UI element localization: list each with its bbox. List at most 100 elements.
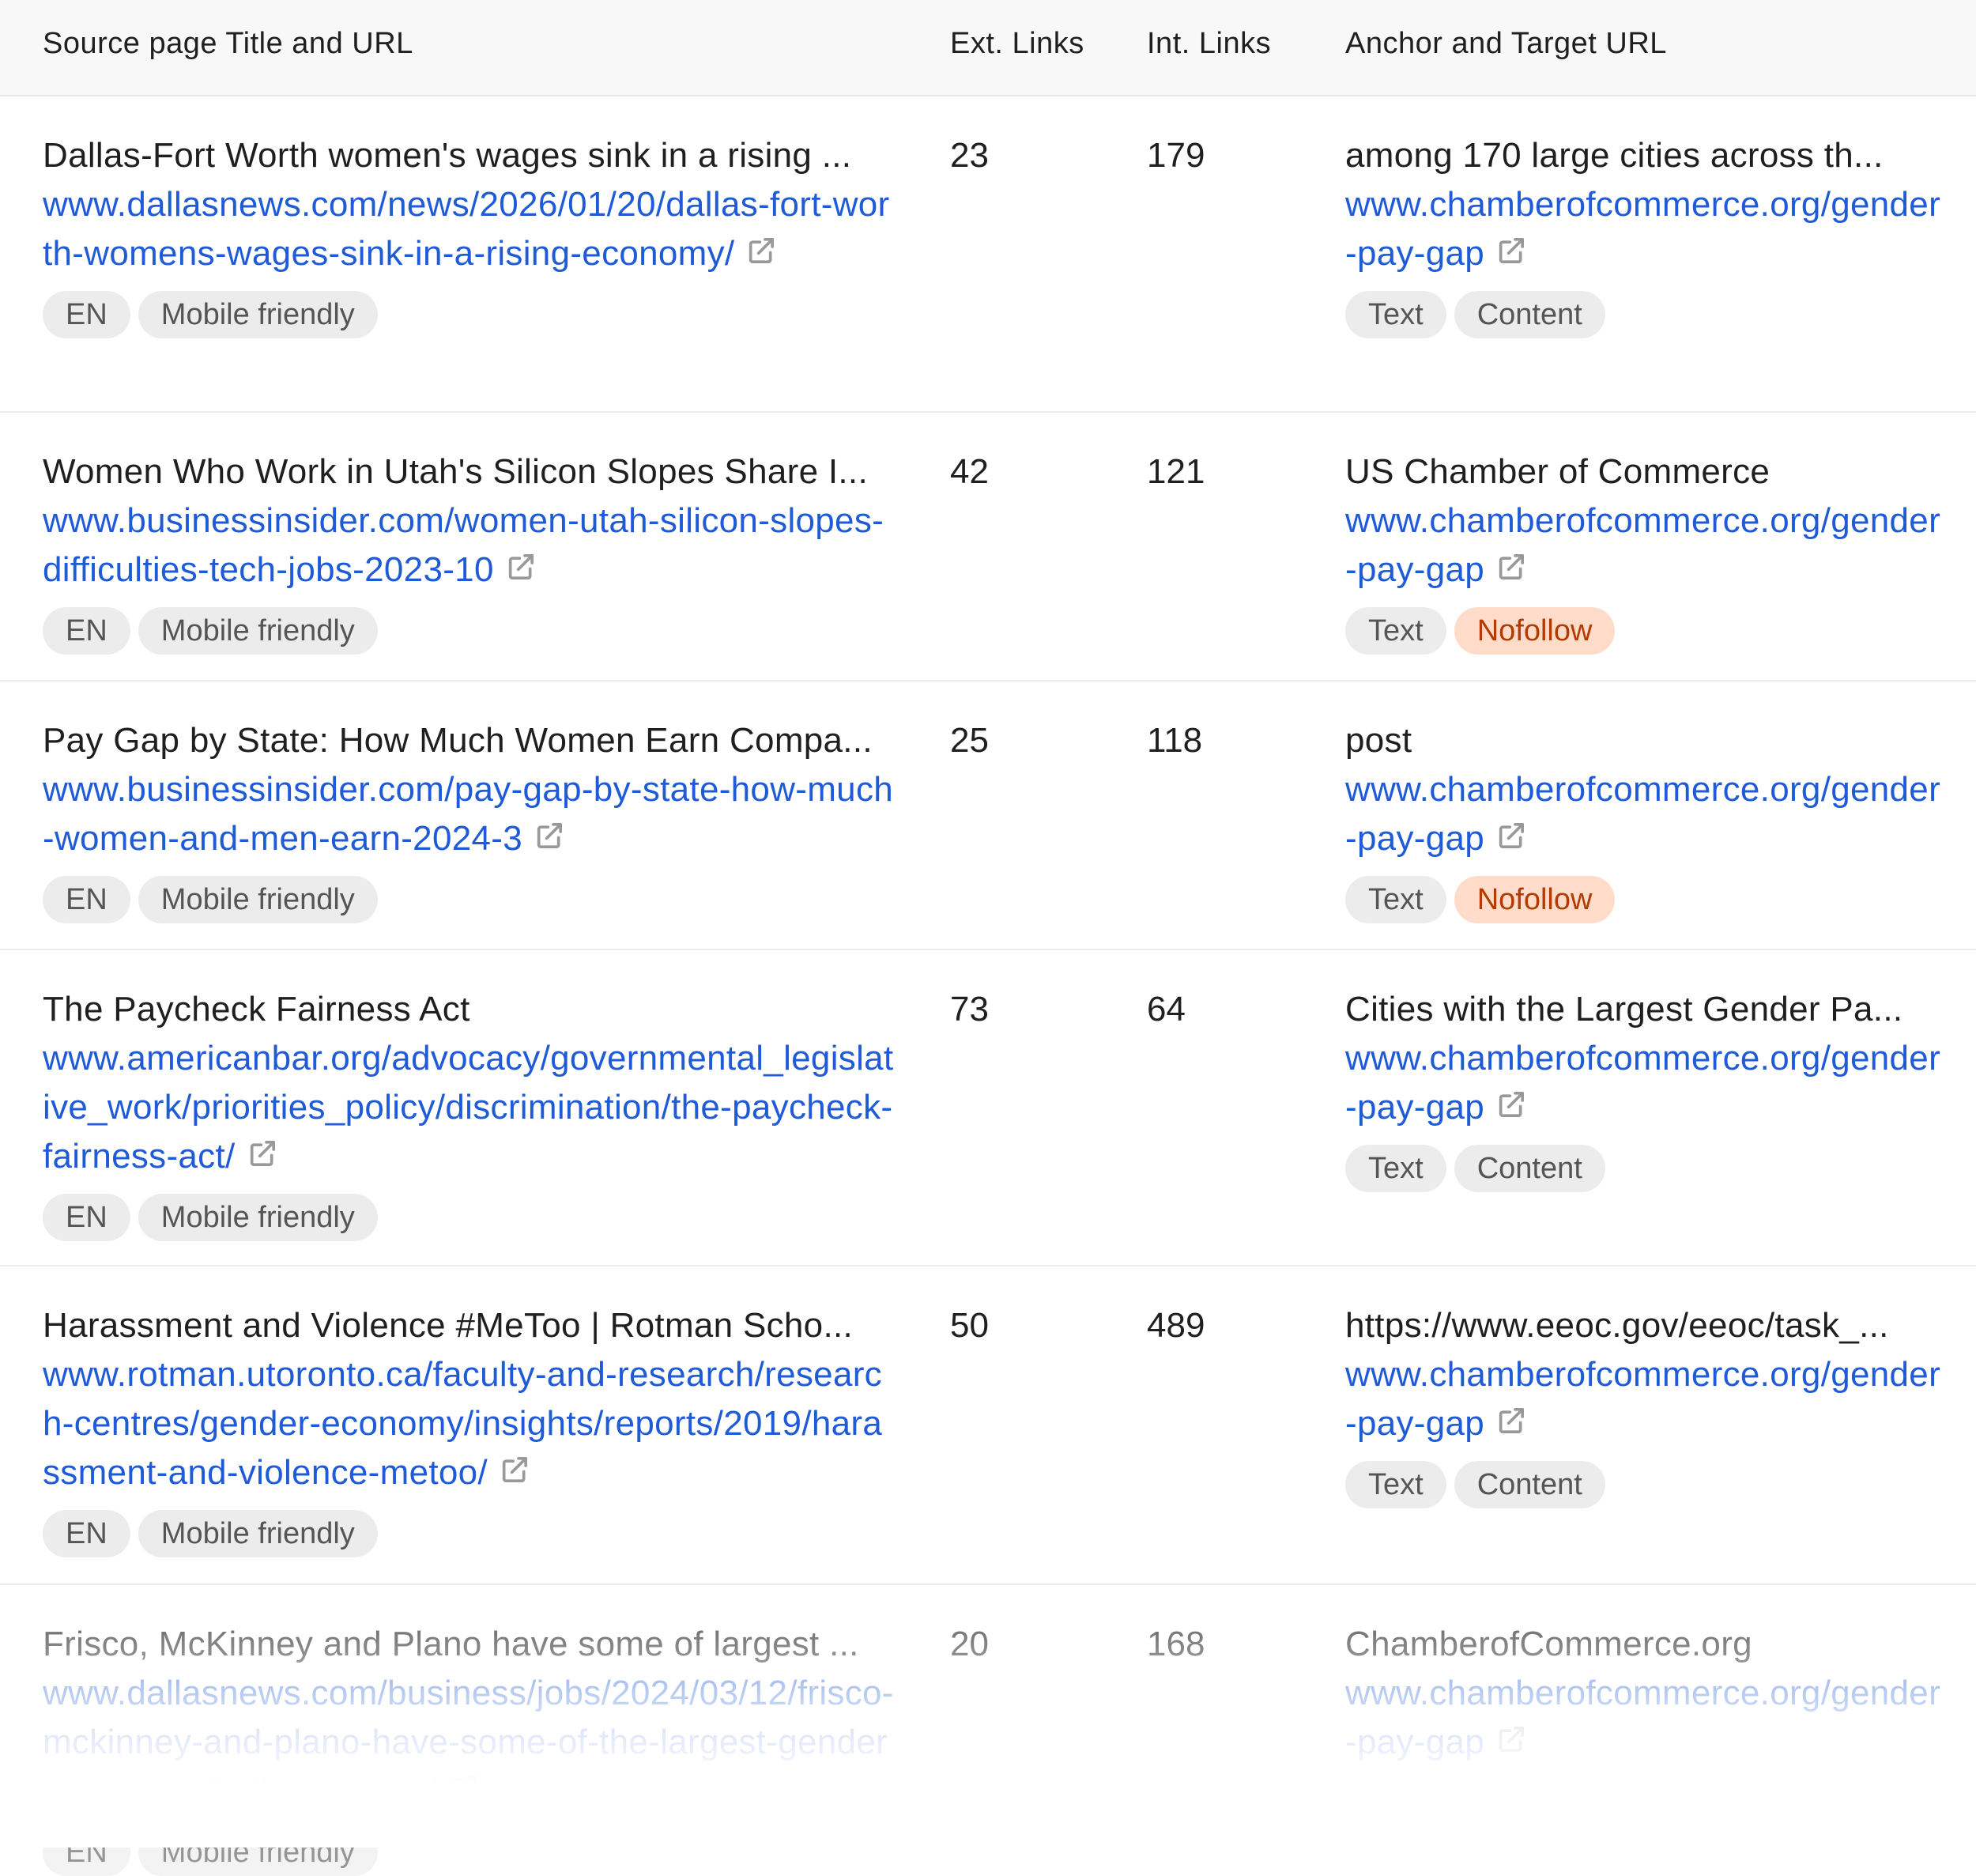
content-badge: Content	[1454, 1780, 1605, 1827]
language-badge: EN	[43, 291, 130, 338]
target-url-link[interactable]: www.chamberofcommerce.org/gender-pay-gap	[1345, 1034, 1946, 1132]
source-tags: EN Mobile friendly	[43, 291, 896, 338]
int-links-count: 121	[1147, 452, 1205, 491]
language-badge: EN	[43, 607, 130, 655]
source-title: Dallas-Fort Worth women's wages sink in …	[43, 136, 852, 175]
external-link-icon[interactable]	[1494, 547, 1529, 579]
external-link-icon[interactable]	[744, 231, 779, 263]
mobile-friendly-badge: Mobile friendly	[138, 1510, 378, 1557]
target-url-link[interactable]: www.chamberofcommerce.org/gender-pay-gap	[1345, 1350, 1946, 1448]
anchor-text: https://www.eeoc.gov/eeoc/task_...	[1345, 1306, 1889, 1345]
external-link-icon[interactable]	[1494, 1719, 1529, 1752]
source-url-text[interactable]: www.rotman.utoronto.ca/faculty-and-resea…	[43, 1355, 882, 1492]
int-links-count: 168	[1147, 1625, 1205, 1663]
link-tags: Text Content	[1345, 1780, 1946, 1827]
ext-links-count: 20	[950, 1625, 989, 1663]
external-link-icon[interactable]	[447, 1768, 481, 1801]
table-row: Frisco, McKinney and Plano have some of …	[0, 1585, 1976, 1876]
source-cell: Frisco, McKinney and Plano have some of …	[43, 1620, 896, 1876]
source-url-link[interactable]: www.rotman.utoronto.ca/faculty-and-resea…	[43, 1350, 896, 1497]
source-cell: The Paycheck Fairness Act www.americanbar…	[43, 985, 896, 1241]
backlinks-table: Source page Title and URL Ext. Links Int…	[0, 0, 1976, 1876]
external-link-icon[interactable]	[532, 816, 567, 848]
link-tags: Text Nofollow	[1345, 607, 1946, 655]
external-link-icon[interactable]	[1494, 231, 1529, 263]
ext-links-count: 42	[950, 452, 989, 491]
int-links-count: 179	[1147, 136, 1205, 175]
target-url-text[interactable]: www.chamberofcommerce.org/gender-pay-gap	[1345, 185, 1940, 273]
source-tags: EN Mobile friendly	[43, 1194, 896, 1241]
anchor-cell: Cities with the Largest Gender Pa... www.…	[1345, 985, 1946, 1192]
anchor-cell: among 170 large cities across th... www.c…	[1345, 131, 1946, 338]
anchor-text: post	[1345, 721, 1412, 760]
source-title: Women Who Work in Utah's Silicon Slopes …	[43, 452, 868, 491]
link-type-badge: Text	[1345, 291, 1446, 338]
source-url-link[interactable]: www.americanbar.org/advocacy/governmenta…	[43, 1034, 896, 1181]
anchor-text: Cities with the Largest Gender Pa...	[1345, 990, 1903, 1029]
external-link-icon[interactable]	[497, 1450, 532, 1482]
target-url-link[interactable]: www.chamberofcommerce.org/gender-pay-gap	[1345, 1669, 1946, 1767]
link-tags: Text Content	[1345, 1145, 1946, 1192]
ext-links-count: 73	[950, 990, 989, 1029]
column-header-ext-links[interactable]: Ext. Links	[950, 27, 1108, 61]
target-url-text[interactable]: www.chamberofcommerce.org/gender-pay-gap	[1345, 1674, 1940, 1761]
language-badge: EN	[43, 1510, 130, 1557]
nofollow-badge: Nofollow	[1454, 876, 1616, 923]
language-badge: EN	[43, 1829, 130, 1876]
link-type-badge: Text	[1345, 1461, 1446, 1508]
table-row: Harassment and Violence #MeToo | Rotman …	[0, 1266, 1976, 1585]
external-link-icon[interactable]	[1494, 1085, 1529, 1117]
source-url-text[interactable]: www.americanbar.org/advocacy/governmenta…	[43, 1039, 893, 1176]
column-header-source[interactable]: Source page Title and URL	[43, 27, 896, 61]
table-row: Women Who Work in Utah's Silicon Slopes …	[0, 413, 1976, 681]
source-url-link[interactable]: www.businessinsider.com/women-utah-silic…	[43, 496, 896, 595]
external-link-icon[interactable]	[503, 547, 538, 579]
mobile-friendly-badge: Mobile friendly	[138, 1194, 378, 1241]
int-links-count: 489	[1147, 1306, 1205, 1345]
anchor-text: ChamberofCommerce.org	[1345, 1625, 1752, 1663]
external-link-icon[interactable]	[245, 1134, 280, 1166]
external-link-icon[interactable]	[1494, 1401, 1529, 1433]
source-tags: EN Mobile friendly	[43, 1510, 896, 1557]
ext-links-count: 50	[950, 1306, 989, 1345]
target-url-text[interactable]: www.chamberofcommerce.org/gender-pay-gap	[1345, 1039, 1940, 1127]
link-tags: Text Nofollow	[1345, 876, 1946, 923]
column-header-int-links[interactable]: Int. Links	[1147, 27, 1305, 61]
external-link-icon[interactable]	[1494, 816, 1529, 848]
anchor-cell: US Chamber of Commerce www.chamberofcomme…	[1345, 447, 1946, 655]
anchor-cell: post www.chamberofcommerce.org/gender-pay…	[1345, 716, 1946, 923]
source-cell: Women Who Work in Utah's Silicon Slopes …	[43, 447, 896, 655]
target-url-link[interactable]: www.chamberofcommerce.org/gender-pay-gap	[1345, 496, 1946, 595]
content-badge: Content	[1454, 291, 1605, 338]
anchor-cell: ChamberofCommerce.org www.chamberofcommer…	[1345, 1620, 1946, 1827]
ext-links-count: 25	[950, 721, 989, 760]
table-row: Dallas-Fort Worth women's wages sink in …	[0, 96, 1976, 413]
language-badge: EN	[43, 1194, 130, 1241]
source-title: Harassment and Violence #MeToo | Rotman …	[43, 1306, 854, 1345]
source-url-text[interactable]: www.businessinsider.com/pay-gap-by-state…	[43, 770, 893, 858]
target-url-text[interactable]: www.chamberofcommerce.org/gender-pay-gap	[1345, 1355, 1940, 1443]
int-links-count: 64	[1147, 990, 1186, 1029]
mobile-friendly-badge: Mobile friendly	[138, 607, 378, 655]
source-title: The Paycheck Fairness Act	[43, 990, 470, 1029]
table-body: Dallas-Fort Worth women's wages sink in …	[0, 96, 1976, 1876]
source-url-link[interactable]: www.dallasnews.com/business/jobs/2024/03…	[43, 1669, 896, 1816]
source-tags: EN Mobile friendly	[43, 607, 896, 655]
anchor-cell: https://www.eeoc.gov/eeoc/task_... www.ch…	[1345, 1301, 1946, 1508]
target-url-link[interactable]: www.chamberofcommerce.org/gender-pay-gap	[1345, 765, 1946, 863]
link-tags: Text Content	[1345, 1461, 1946, 1508]
column-header-anchor[interactable]: Anchor and Target URL	[1345, 27, 1946, 61]
mobile-friendly-badge: Mobile friendly	[138, 1829, 378, 1876]
link-type-badge: Text	[1345, 1145, 1446, 1192]
source-url-text[interactable]: www.businessinsider.com/women-utah-silic…	[43, 501, 884, 589]
source-cell: Dallas-Fort Worth women's wages sink in …	[43, 131, 896, 338]
target-url-text[interactable]: www.chamberofcommerce.org/gender-pay-gap	[1345, 770, 1940, 858]
source-url-link[interactable]: www.businessinsider.com/pay-gap-by-state…	[43, 765, 896, 863]
mobile-friendly-badge: Mobile friendly	[138, 876, 378, 923]
target-url-text[interactable]: www.chamberofcommerce.org/gender-pay-gap	[1345, 501, 1940, 589]
table-header: Source page Title and URL Ext. Links Int…	[0, 0, 1976, 96]
link-tags: Text Content	[1345, 291, 1946, 338]
target-url-link[interactable]: www.chamberofcommerce.org/gender-pay-gap	[1345, 180, 1946, 278]
link-type-badge: Text	[1345, 607, 1446, 655]
source-url-link[interactable]: www.dallasnews.com/news/2026/01/20/dalla…	[43, 180, 896, 278]
